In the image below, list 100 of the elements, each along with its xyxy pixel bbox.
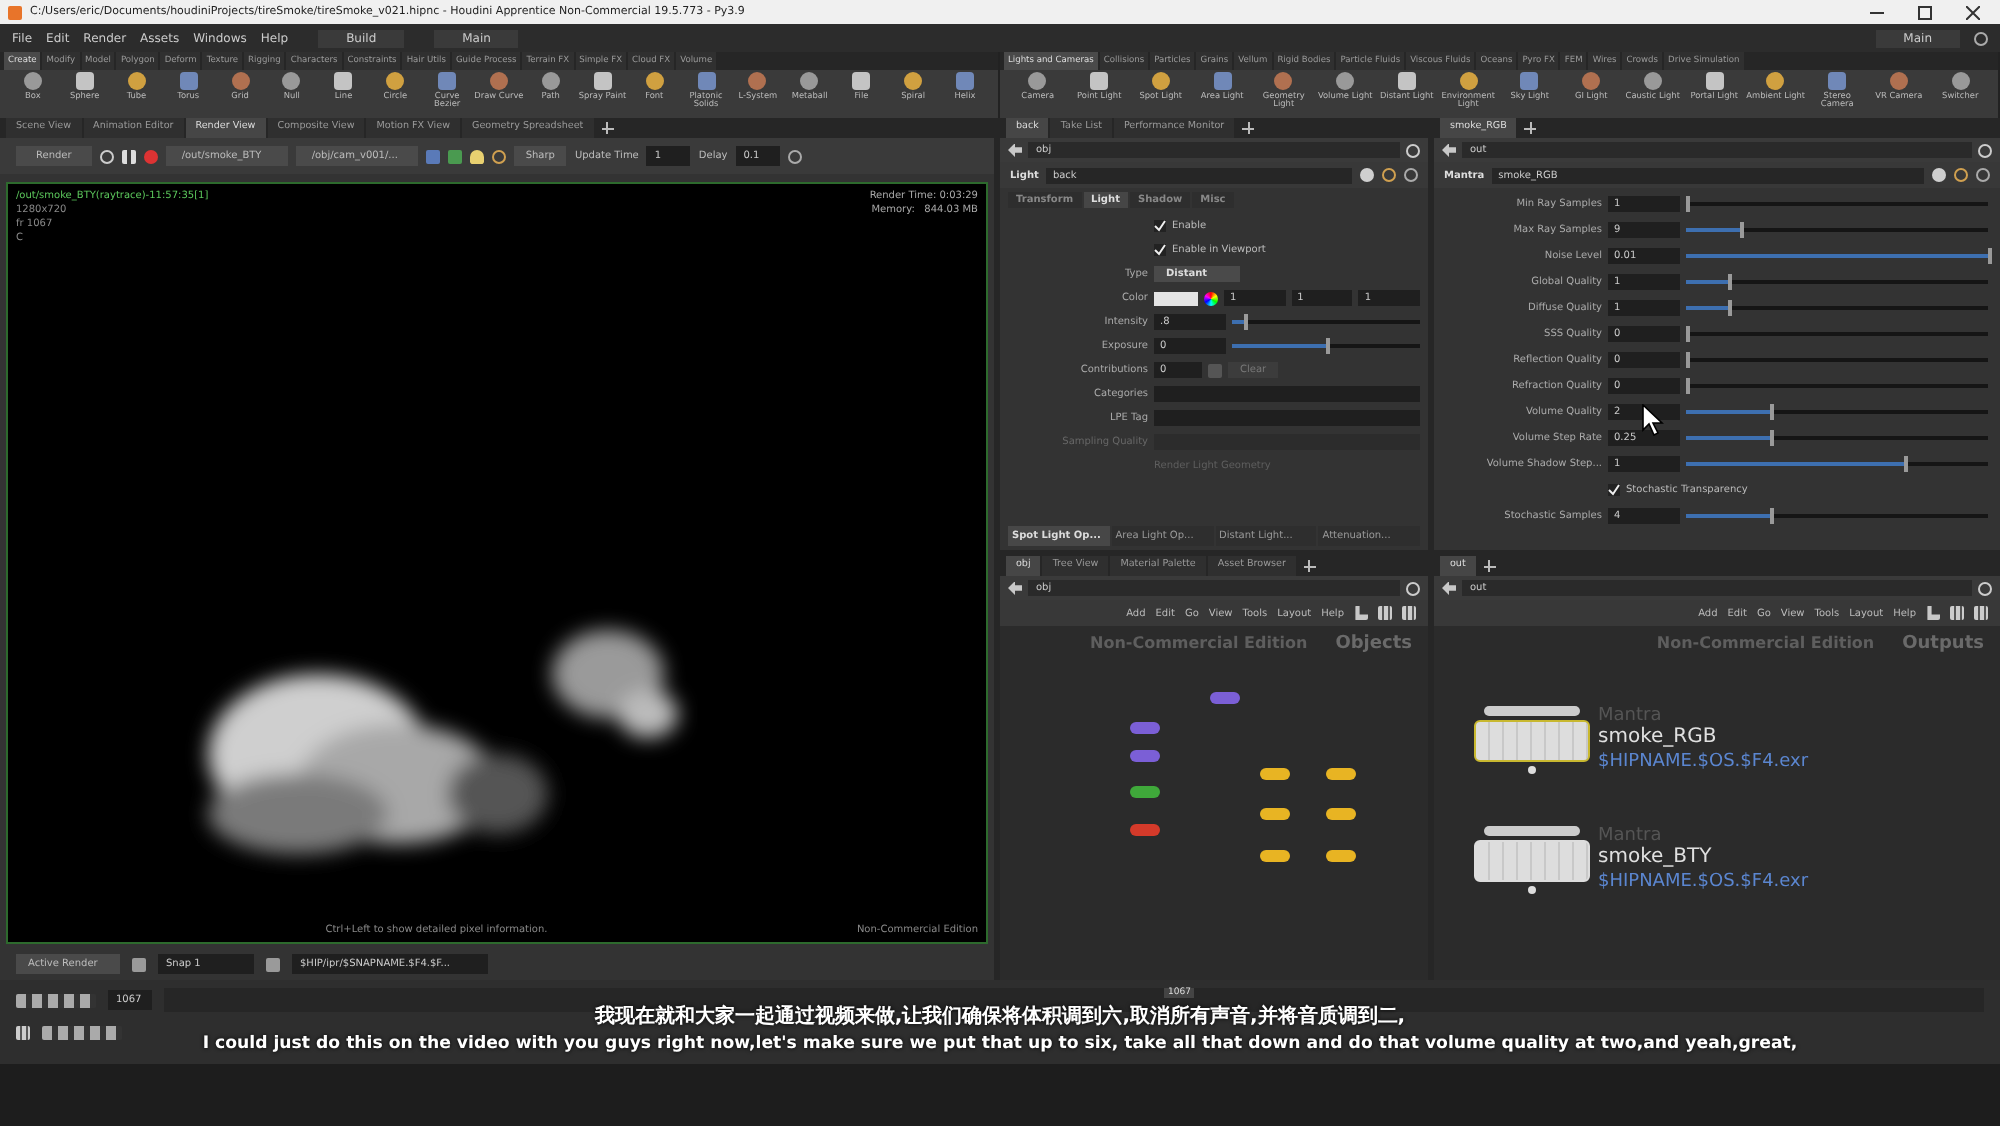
slider-handle[interactable]: [1686, 351, 1690, 367]
node-name: smoke_RGB: [1598, 726, 1719, 748]
add-tab-icon[interactable]: [601, 122, 614, 134]
tool-icon[interactable]: [1889, 72, 1908, 90]
slider-handle[interactable]: [1770, 429, 1775, 445]
image-icon[interactable]: [447, 149, 462, 163]
node-name: smoke_BTY: [1598, 846, 1714, 868]
node-icon[interactable]: [1210, 692, 1240, 704]
add-tab-icon[interactable]: [1483, 560, 1496, 572]
network-context-label: Outputs: [1902, 634, 1984, 654]
tool-icon[interactable]: [1274, 72, 1293, 90]
output-connector[interactable]: [1528, 766, 1536, 774]
output-connector[interactable]: [1528, 886, 1536, 894]
tool-icon[interactable]: [282, 72, 301, 90]
help-icon[interactable]: [1976, 168, 1990, 182]
slider-handle[interactable]: [1686, 377, 1690, 393]
add-tab-icon[interactable]: [1242, 122, 1255, 134]
slider[interactable]: [1232, 314, 1420, 330]
tool-icon[interactable]: [75, 72, 94, 90]
node-icon[interactable]: [1130, 786, 1160, 798]
tool-icon[interactable]: [386, 72, 405, 90]
pause-icon[interactable]: [121, 149, 136, 163]
tool-icon[interactable]: [1213, 72, 1232, 90]
tool-icon[interactable]: [955, 72, 974, 90]
tool-icon[interactable]: [748, 72, 767, 90]
app-icon: [8, 5, 22, 19]
color-swatch[interactable]: [1154, 291, 1198, 305]
output-path: $HIPNAME.$OS.$F4.exr: [1598, 872, 1809, 892]
tool-icon[interactable]: [1828, 72, 1847, 90]
network-context-label: Objects: [1335, 634, 1412, 654]
slider-handle[interactable]: [1686, 325, 1690, 341]
tool-icon[interactable]: [1090, 72, 1109, 90]
tool-icon[interactable]: [231, 72, 249, 90]
tool-icon[interactable]: [489, 72, 508, 90]
tool-icon[interactable]: [1336, 72, 1355, 90]
slider-handle[interactable]: [1770, 403, 1775, 419]
tool-icon[interactable]: [593, 72, 612, 90]
search-icon[interactable]: [491, 149, 506, 163]
slider-handle[interactable]: [1903, 455, 1908, 471]
slider-handle[interactable]: [1686, 195, 1690, 211]
slider-handle[interactable]: [1740, 221, 1745, 237]
tool-icon[interactable]: [800, 72, 819, 90]
tool-icon[interactable]: [1766, 72, 1785, 90]
mouse-cursor-icon: [1642, 404, 1664, 436]
subtitle-english: I could just do this on the video with you guys right now,let's make sure we put that up to six, take all that down and do that volume quality at two,and yeah,great,: [202, 1034, 1798, 1054]
tool-icon[interactable]: [904, 72, 923, 90]
node-icon[interactable]: [1326, 808, 1356, 820]
tool-icon[interactable]: [1643, 72, 1662, 90]
layout-icon[interactable]: [16, 1025, 30, 1039]
light-bulb-icon[interactable]: [469, 149, 484, 163]
node-icon[interactable]: [1260, 808, 1290, 820]
node-icon[interactable]: [1326, 768, 1356, 780]
tool-icon[interactable]: [334, 72, 353, 90]
tool-icon[interactable]: [697, 72, 716, 90]
help-icon[interactable]: [787, 149, 802, 163]
tool-icon[interactable]: [23, 72, 42, 90]
checkbox[interactable]: [1608, 483, 1620, 495]
tool-icon[interactable]: [438, 72, 457, 90]
add-tab-icon[interactable]: [1303, 560, 1316, 572]
help-icon[interactable]: [1404, 168, 1418, 182]
tool-icon[interactable]: [1397, 72, 1416, 90]
playback-controls-icon[interactable]: [42, 1025, 122, 1039]
tool-icon[interactable]: [852, 72, 871, 90]
search-icon[interactable]: [1382, 168, 1396, 182]
slider-handle[interactable]: [1770, 507, 1775, 523]
slider-handle[interactable]: [1728, 299, 1733, 315]
checkbox[interactable]: [1154, 220, 1166, 232]
tool-icon[interactable]: [645, 72, 664, 90]
node-icon[interactable]: [1326, 850, 1356, 862]
tool-icon[interactable]: [1705, 72, 1724, 90]
slider[interactable]: [1232, 338, 1420, 354]
node-icon[interactable]: [1130, 722, 1160, 734]
tool-icon[interactable]: [1520, 72, 1539, 90]
stop-icon[interactable]: [143, 149, 158, 163]
tool-icon[interactable]: [1951, 72, 1970, 90]
slider-handle[interactable]: [1243, 314, 1248, 330]
color-wheel-icon[interactable]: [1204, 291, 1218, 305]
render-node[interactable]: [1474, 840, 1590, 882]
slider[interactable]: [1686, 247, 1988, 263]
add-tab-icon[interactable]: [1524, 122, 1537, 134]
render-node[interactable]: [1474, 720, 1590, 762]
help-icon[interactable]: [1974, 31, 1988, 45]
node-icon[interactable]: [1130, 824, 1160, 836]
node-icon[interactable]: [1130, 750, 1160, 762]
region-icon[interactable]: [425, 149, 440, 163]
tool-icon[interactable]: [1459, 72, 1478, 90]
slider-handle[interactable]: [1326, 338, 1330, 354]
slider-handle[interactable]: [1988, 247, 1992, 263]
tool-icon[interactable]: [541, 72, 560, 90]
slider-handle[interactable]: [1728, 273, 1733, 289]
node-icon[interactable]: [1260, 768, 1290, 780]
tool-icon[interactable]: [179, 72, 198, 90]
tool-icon[interactable]: [1028, 72, 1047, 90]
tool-icon[interactable]: [127, 72, 146, 90]
tool-icon[interactable]: [1151, 72, 1170, 90]
search-icon[interactable]: [1954, 168, 1968, 182]
checkbox[interactable]: [1154, 244, 1166, 256]
tool-icon[interactable]: [1582, 72, 1601, 90]
node-icon[interactable]: [1260, 850, 1290, 862]
playback-controls-icon[interactable]: [16, 993, 96, 1007]
